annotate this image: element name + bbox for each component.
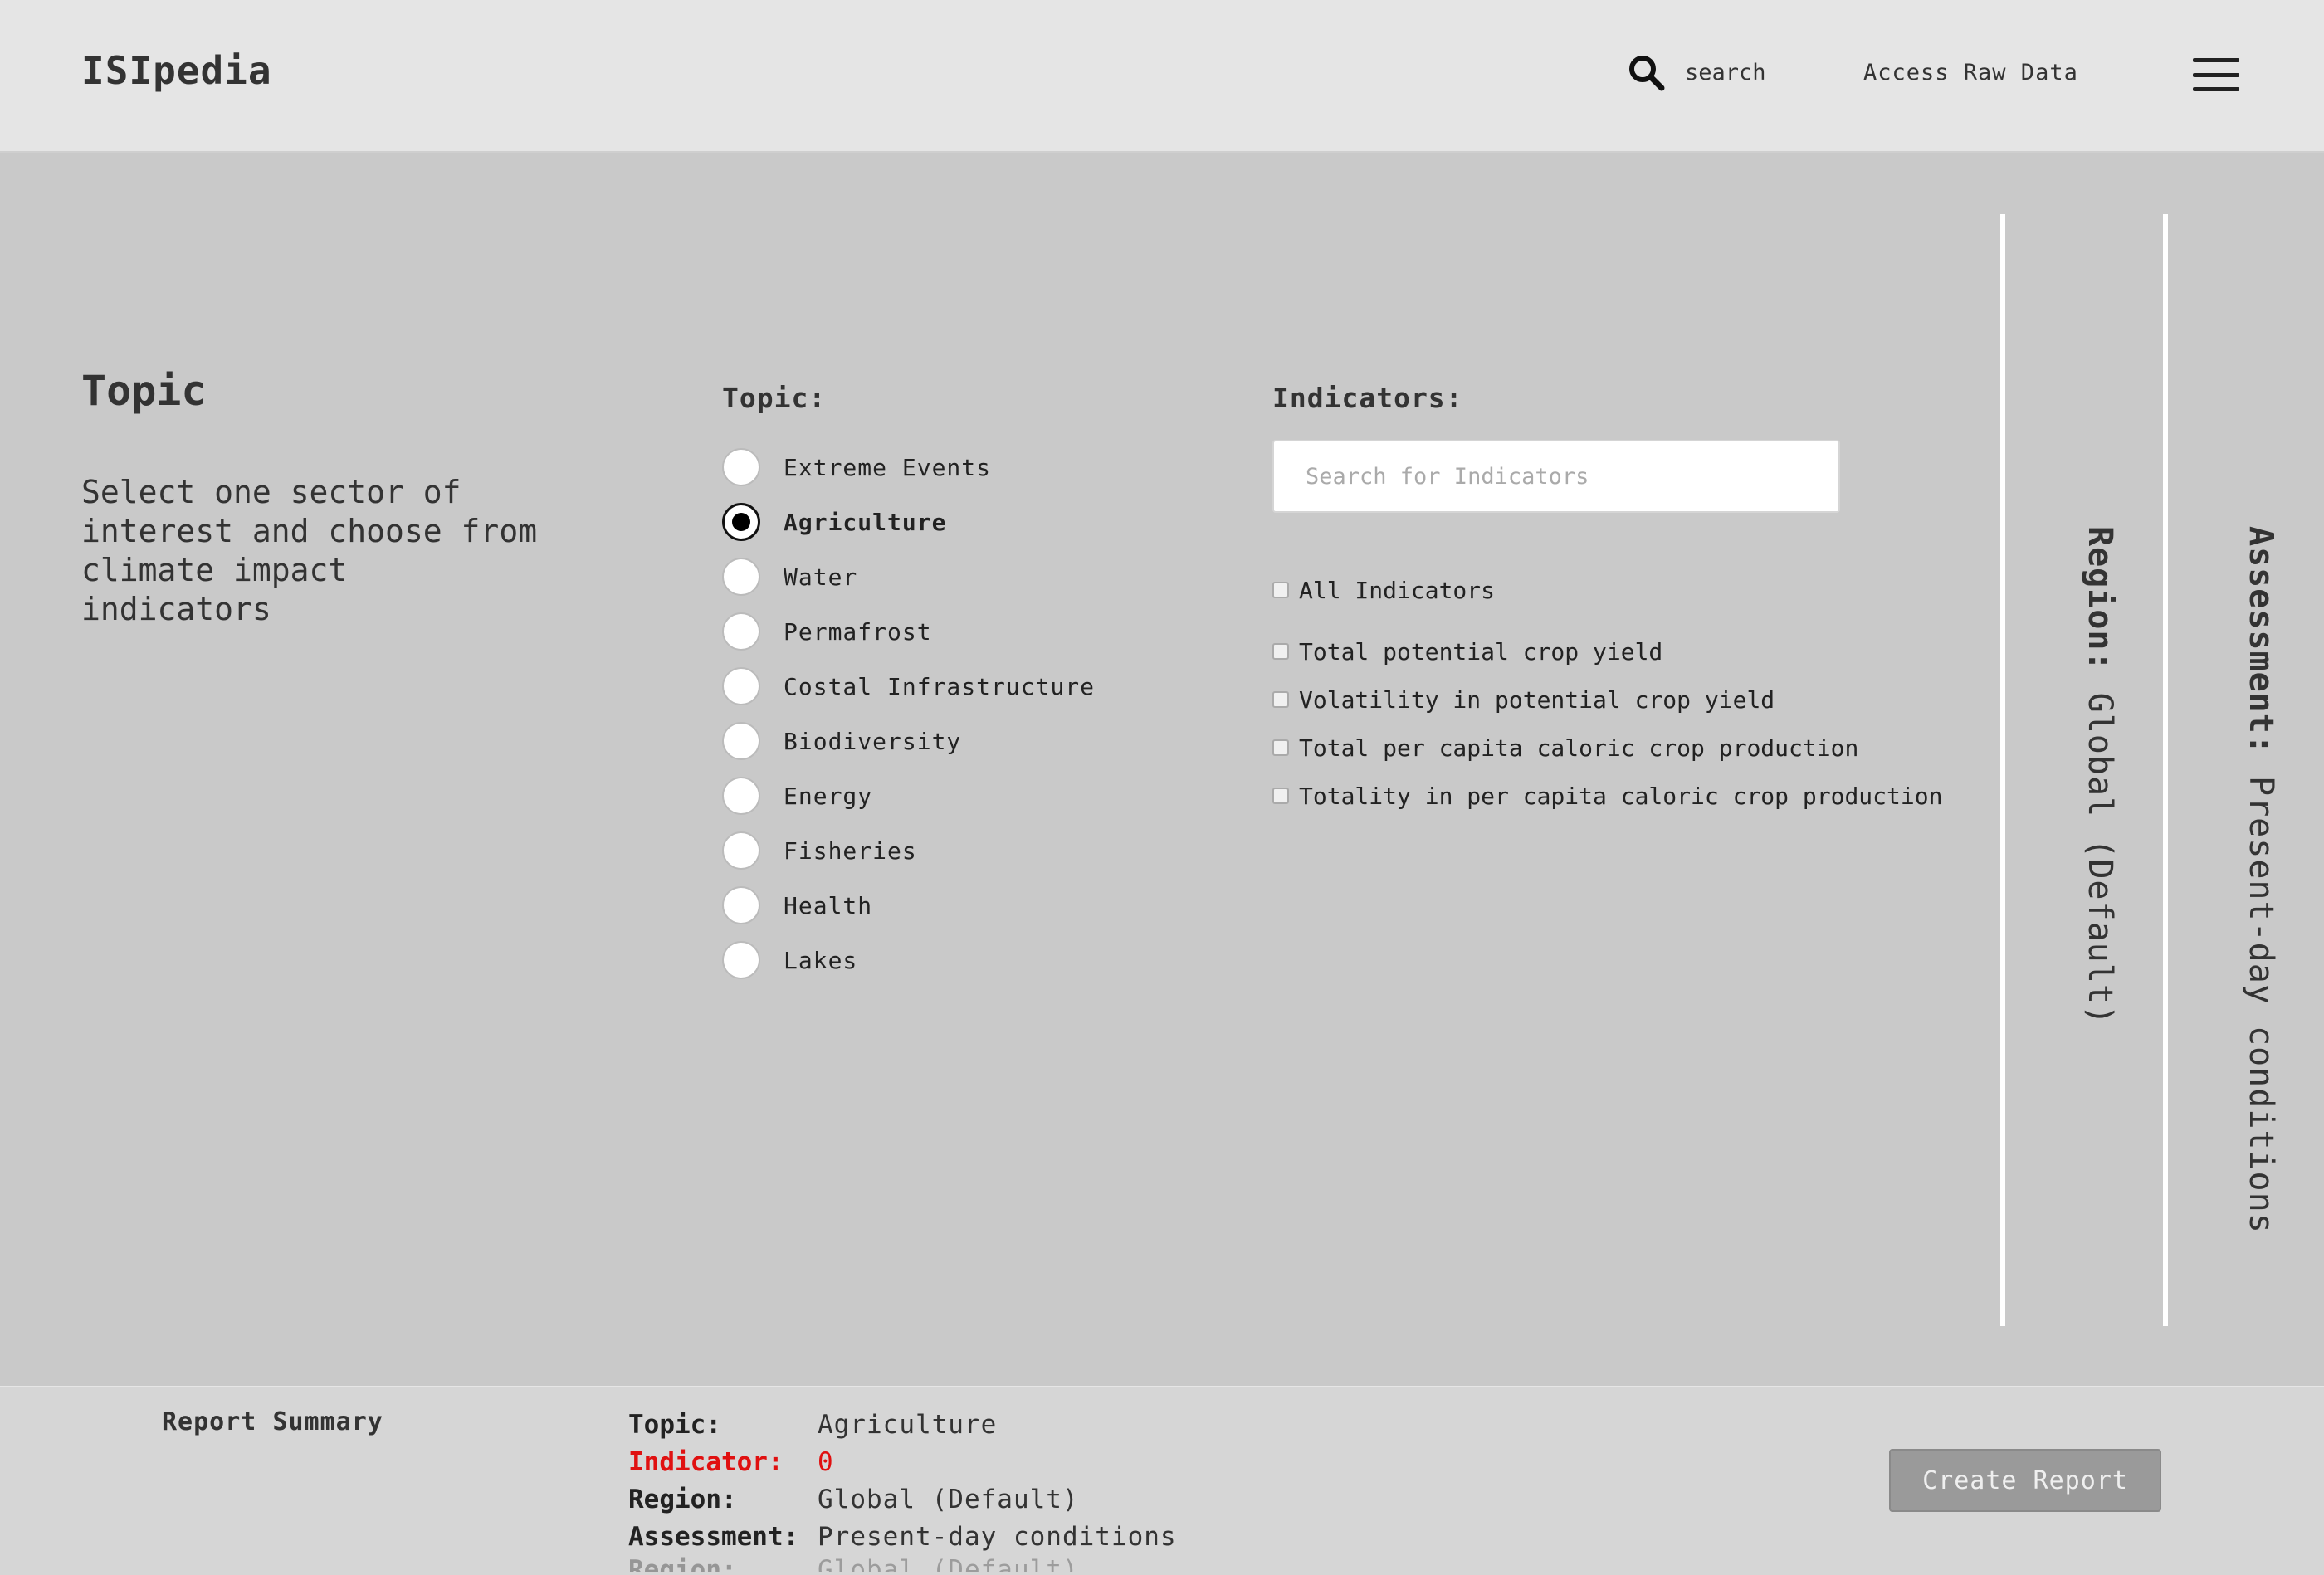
- top-header: ISIpedia search Access Raw Data: [0, 0, 2324, 153]
- topic-option-lakes[interactable]: Lakes: [722, 933, 1095, 987]
- topic-option-label: Costal Infrastructure: [784, 672, 1096, 700]
- region-tab-label: Region: Global (Default): [2081, 526, 2119, 1026]
- indicator-option-label: Volatility in potential crop yield: [1299, 685, 1775, 714]
- topic-option-agriculture[interactable]: Agriculture: [722, 495, 1095, 549]
- radio-button[interactable]: [722, 722, 760, 760]
- access-raw-data-link[interactable]: Access Raw Data: [1863, 60, 2078, 85]
- assessment-value: Present-day conditions: [2242, 776, 2280, 1234]
- topic-option-label: Permafrost: [784, 617, 932, 646]
- checkbox[interactable]: [1272, 788, 1289, 804]
- topic-heading: Topic:: [722, 382, 827, 414]
- indicator-checkbox-list: All Indicators Total potential crop yiel…: [1272, 566, 1942, 820]
- summary-value: Global (Default): [818, 1484, 1079, 1514]
- checkbox[interactable]: [1272, 691, 1289, 708]
- topic-option-fisheries[interactable]: Fisheries: [722, 823, 1095, 878]
- menu-icon[interactable]: [2193, 58, 2239, 91]
- radio-button[interactable]: [722, 886, 760, 924]
- summary-row-region: Region: Global (Default): [628, 1480, 1177, 1518]
- search-button[interactable]: search: [1627, 53, 1766, 91]
- summary-value: 0: [818, 1446, 834, 1477]
- summary-key: Region:: [628, 1555, 737, 1572]
- summary-value: Agriculture: [818, 1409, 998, 1440]
- region-panel-tab[interactable]: Region: Global (Default): [2000, 153, 2163, 1386]
- region-value: Global (Default): [2081, 692, 2119, 1026]
- main-panel: Topic Select one sector of interest and …: [0, 153, 2000, 1386]
- topic-option-label: Lakes: [784, 946, 858, 974]
- topic-option-energy[interactable]: Energy: [722, 768, 1095, 823]
- radio-button[interactable]: [722, 558, 760, 596]
- indicators-heading: Indicators:: [1272, 382, 1463, 414]
- radio-button[interactable]: [722, 831, 760, 870]
- search-label: search: [1685, 59, 1766, 85]
- topic-option-label: Health: [784, 891, 873, 919]
- create-report-button[interactable]: Create Report: [1889, 1449, 2161, 1512]
- summary-row-topic: Topic: Agriculture: [628, 1406, 1177, 1443]
- indicator-option-label: All Indicators: [1299, 576, 1496, 604]
- summary-value: Present-day conditions: [818, 1521, 1177, 1552]
- topic-option-water[interactable]: Water: [722, 549, 1095, 604]
- indicator-option[interactable]: Totality in per capita caloric crop prod…: [1272, 772, 1942, 820]
- summary-key: Assessment:: [628, 1521, 799, 1552]
- search-icon: [1629, 56, 1665, 91]
- summary-value: Global (Default): [818, 1555, 1079, 1572]
- assessment-panel-tab[interactable]: Assessment: Present-day conditions: [2168, 153, 2324, 1386]
- indicator-search-input[interactable]: [1272, 440, 1840, 513]
- panel-divider: [2163, 214, 2168, 1326]
- indicator-option[interactable]: Total per capita caloric crop production: [1272, 724, 1942, 772]
- report-summary-footer: Report Summary Topic: Agriculture Indica…: [0, 1386, 2324, 1575]
- topic-option-permafrost[interactable]: Permafrost: [722, 604, 1095, 659]
- radio-button[interactable]: [722, 941, 760, 979]
- topic-option-label: Energy: [784, 782, 873, 810]
- panel-divider: [2000, 214, 2005, 1326]
- topic-option-costal-infrastructure[interactable]: Costal Infrastructure: [722, 659, 1095, 714]
- checkbox[interactable]: [1272, 582, 1289, 598]
- topic-option-label: Water: [784, 563, 858, 591]
- summary-row-indicator: Indicator: 0: [628, 1443, 1177, 1480]
- radio-button[interactable]: [722, 612, 760, 651]
- assessment-tab-label: Assessment: Present-day conditions: [2242, 526, 2280, 1234]
- report-summary-title: Report Summary: [162, 1407, 383, 1436]
- topic-option-health[interactable]: Health: [722, 878, 1095, 933]
- indicator-option[interactable]: Total potential crop yield: [1272, 627, 1942, 675]
- summary-row-assessment: Assessment: Present-day conditions: [628, 1518, 1177, 1555]
- region-key: Region:: [2081, 526, 2119, 672]
- indicator-option-label: Totality in per capita caloric crop prod…: [1299, 782, 1943, 810]
- topic-option-label: Extreme Events: [784, 453, 992, 481]
- summary-key: Indicator:: [628, 1446, 784, 1477]
- radio-button-checked[interactable]: [722, 503, 760, 541]
- topic-option-label: Fisheries: [784, 836, 917, 865]
- radio-button[interactable]: [722, 448, 760, 486]
- topic-radio-list: Extreme Events Agriculture Water Permafr…: [722, 440, 1095, 987]
- summary-key: Region:: [628, 1484, 737, 1514]
- menu-icon-bar: [2193, 58, 2239, 62]
- indicator-option-all[interactable]: All Indicators: [1272, 566, 1942, 614]
- radio-button[interactable]: [722, 667, 760, 705]
- indicator-option-label: Total per capita caloric crop production: [1299, 734, 1859, 762]
- assessment-key: Assessment:: [2242, 526, 2280, 755]
- section-description: Select one sector of interest and choose…: [81, 474, 538, 627]
- topic-option-extreme-events[interactable]: Extreme Events: [722, 440, 1095, 495]
- site-logo[interactable]: ISIpedia: [81, 48, 272, 93]
- topic-option-label: Agriculture: [784, 508, 947, 536]
- menu-icon-bar: [2193, 87, 2239, 91]
- menu-icon-bar: [2193, 72, 2239, 77]
- radio-button[interactable]: [722, 777, 760, 815]
- indicator-option-label: Total potential crop yield: [1299, 637, 1663, 666]
- checkbox[interactable]: [1272, 643, 1289, 660]
- checkbox[interactable]: [1272, 739, 1289, 756]
- summary-table: Topic: Agriculture Indicator: 0 Region: …: [628, 1406, 1177, 1573]
- topic-option-biodiversity[interactable]: Biodiversity: [722, 714, 1095, 768]
- section-title: Topic: [81, 367, 207, 415]
- topic-option-label: Biodiversity: [784, 727, 962, 755]
- summary-row-overflow: Region: Global (Default): [628, 1555, 1177, 1572]
- indicator-option[interactable]: Volatility in potential crop yield: [1272, 675, 1942, 724]
- summary-key: Topic:: [628, 1409, 721, 1440]
